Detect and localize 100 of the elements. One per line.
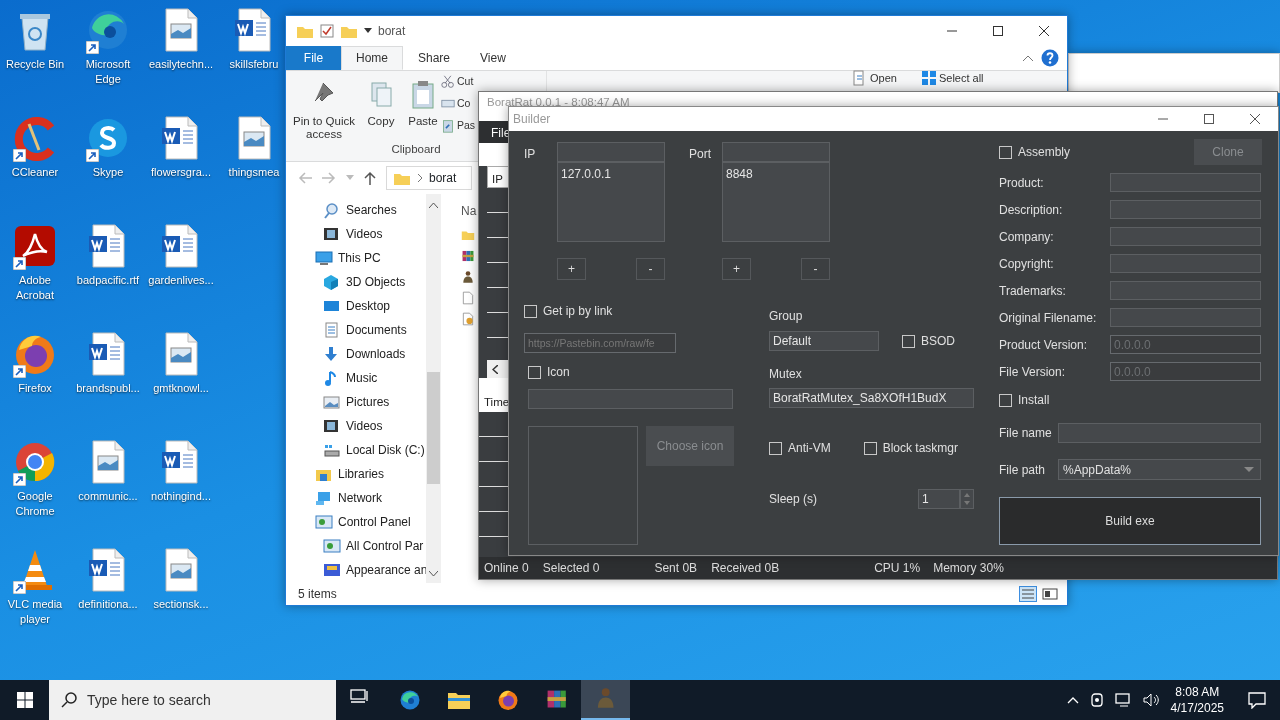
column-header[interactable]: Time — [484, 396, 510, 408]
maximize-icon[interactable] — [993, 26, 1003, 36]
nav-item[interactable]: Videos — [286, 414, 426, 438]
column-header[interactable]: Na — [461, 202, 477, 220]
number-field[interactable]: 1 — [918, 489, 960, 509]
input-field[interactable] — [528, 389, 733, 409]
dropdown-icon[interactable] — [364, 28, 372, 34]
volume-icon[interactable] — [1142, 692, 1161, 708]
button[interactable]: Build exe — [999, 497, 1261, 545]
scroll-left-icon[interactable] — [492, 364, 498, 374]
input-field[interactable] — [557, 142, 665, 162]
ribbon-tab[interactable]: File — [286, 46, 341, 70]
device-icon[interactable] — [1088, 692, 1105, 708]
icon-label[interactable]: gardenlives... — [148, 273, 214, 288]
close-icon[interactable] — [1039, 26, 1049, 36]
list-entry[interactable]: 127.0.0.1 — [561, 165, 661, 183]
icon-label[interactable]: flowersgra... — [151, 165, 211, 180]
icon-label[interactable]: Firefox — [18, 381, 52, 396]
chevron-up-icon[interactable] — [1066, 696, 1079, 704]
input-field[interactable] — [1058, 423, 1261, 443]
list-entry[interactable]: 8848 — [726, 165, 826, 183]
input-field[interactable] — [1110, 200, 1261, 219]
nav-item[interactable]: 3D Objects — [286, 270, 426, 294]
input-field[interactable] — [1110, 254, 1261, 273]
help-icon[interactable] — [1041, 49, 1059, 67]
ribbon-button[interactable]: Paste — [405, 71, 441, 141]
icon-label[interactable]: nothingind... — [151, 489, 211, 504]
button[interactable]: - — [801, 258, 830, 280]
checkbox[interactable]: Get ip by link — [524, 302, 769, 320]
scroll-up-icon[interactable] — [429, 202, 438, 208]
input-field[interactable]: Default — [769, 331, 879, 351]
icon-label[interactable]: Adobe Acrobat — [0, 273, 70, 303]
button[interactable]: - — [636, 258, 665, 280]
maximize-icon[interactable] — [1204, 114, 1214, 124]
checkbox[interactable]: BSOD — [902, 332, 955, 350]
nav-item[interactable]: Network — [286, 486, 426, 510]
collapse-caret-icon[interactable] — [1023, 55, 1033, 61]
search-field[interactable]: Type here to search — [49, 680, 336, 720]
list-box[interactable]: 127.0.0.1 — [557, 162, 665, 242]
ribbon-tab[interactable]: View — [465, 46, 521, 70]
icon-label[interactable]: thingsmea — [228, 165, 280, 180]
nav-item[interactable]: Documents — [286, 318, 426, 342]
ribbon-button[interactable]: Open — [852, 69, 897, 87]
button[interactable]: + — [557, 258, 586, 280]
nav-item[interactable]: Desktop — [286, 294, 426, 318]
clock[interactable]: 8:08 AM 4/17/2025 — [1170, 684, 1224, 716]
checkbox[interactable]: Block taskmgr — [863, 439, 959, 457]
nav-item[interactable]: Music — [286, 366, 426, 390]
checkbox[interactable]: Install — [999, 391, 1262, 409]
ribbon-button[interactable]: Pin to Quick access — [291, 71, 357, 141]
icon-label[interactable]: brandspubl... — [76, 381, 140, 396]
nav-item[interactable]: Pictures — [286, 390, 426, 414]
ribbon-button[interactable]: Pas — [441, 115, 476, 137]
scrollbar[interactable] — [426, 194, 441, 583]
person-icon[interactable] — [461, 270, 475, 284]
close-icon[interactable] — [1250, 114, 1260, 124]
icon-label[interactable]: Microsoft Edge — [73, 57, 143, 87]
input-field[interactable] — [1110, 227, 1261, 246]
input-field[interactable]: BoratRatMutex_Sa8XOfH1BudX — [769, 388, 974, 408]
nav-item[interactable]: Videos — [286, 222, 426, 246]
icon-label[interactable]: gmtknowl... — [153, 381, 209, 396]
dropdown[interactable]: %AppData% — [1058, 459, 1261, 480]
checklist-icon[interactable] — [320, 24, 334, 38]
icon-label[interactable]: Google Chrome — [0, 489, 70, 519]
ribbon-button[interactable]: Select all — [920, 69, 984, 87]
network-icon[interactable] — [1114, 692, 1133, 708]
button[interactable]: + — [722, 258, 751, 280]
checkbox[interactable]: Anti-VM — [769, 439, 831, 457]
input-field[interactable] — [722, 142, 830, 162]
ribbon-tab[interactable]: Home — [341, 46, 403, 70]
icon-label[interactable]: badpacific.rtf — [76, 273, 140, 288]
column-header[interactable]: IP — [492, 173, 503, 185]
icon-label[interactable]: CCleaner — [11, 165, 59, 180]
scrollbar[interactable] — [487, 360, 511, 378]
input-field[interactable] — [1110, 308, 1261, 327]
ribbon-button[interactable]: Copy — [363, 71, 399, 141]
archive-icon[interactable] — [461, 249, 475, 263]
nav-item[interactable]: Libraries — [286, 462, 426, 486]
ribbon-button[interactable]: Cut — [441, 71, 474, 93]
nav-item[interactable]: Searches — [286, 198, 426, 222]
address-bar[interactable]: borat — [386, 166, 472, 190]
nav-item[interactable]: Downloads — [286, 342, 426, 366]
icon-label[interactable]: skillsfebru — [229, 57, 279, 72]
icon-label[interactable]: communic... — [78, 489, 138, 504]
tiles-view-icon[interactable] — [1041, 586, 1059, 602]
nav-item[interactable]: Local Disk (C:) — [286, 438, 426, 462]
up-arrow-icon[interactable] — [364, 171, 376, 185]
icon-label[interactable]: Skype — [92, 165, 124, 180]
scroll-down-icon[interactable] — [429, 571, 438, 577]
checkbox[interactable]: Assembly — [999, 143, 1070, 161]
icon-label[interactable]: easilytechn... — [148, 57, 214, 72]
windows-logo-icon[interactable] — [16, 692, 33, 708]
input-field[interactable] — [1110, 281, 1261, 300]
nav-item[interactable]: This PC — [286, 246, 426, 270]
ribbon-button[interactable]: Co — [441, 93, 471, 115]
ribbon-tab[interactable]: Share — [403, 46, 466, 70]
notification-icon[interactable] — [1248, 691, 1266, 709]
checkbox[interactable]: Icon — [528, 363, 769, 381]
nav-item[interactable]: All Control Par — [286, 534, 426, 558]
nav-item[interactable]: Control Panel — [286, 510, 426, 534]
